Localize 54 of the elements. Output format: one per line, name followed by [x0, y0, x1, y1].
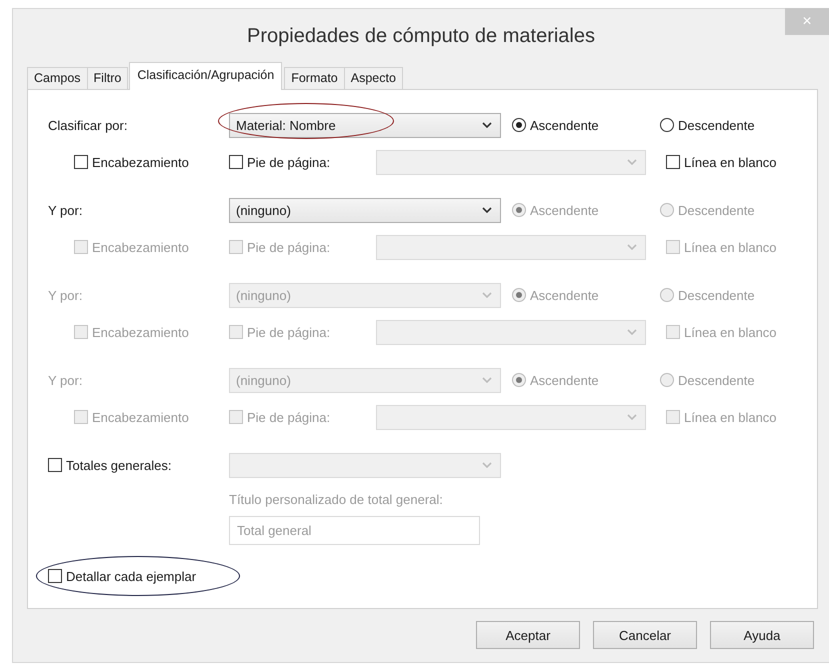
checkbox-label: Encabezamiento — [92, 324, 189, 340]
tab[interactable]: Formato — [284, 67, 345, 89]
dropdown[interactable]: Material: Nombre — [229, 112, 501, 138]
dialog-button[interactable]: Aceptar — [476, 621, 580, 649]
field-label: Y por: — [48, 288, 84, 302]
tab[interactable]: Filtro — [86, 67, 128, 89]
checkbox-label: Encabezamiento — [92, 410, 189, 424]
radio-label: Ascendente — [530, 202, 599, 218]
checkbox-label: Línea en blanco — [684, 410, 777, 424]
checkbox[interactable] — [666, 155, 680, 169]
chevron-icon — [482, 207, 492, 213]
radio-label: Descendente — [678, 202, 755, 218]
chevron-icon — [482, 462, 492, 468]
dropdown[interactable]: (ninguno) — [229, 198, 501, 222]
checkbox-label: Detallar cada ejemplar — [66, 568, 196, 584]
field-label: Título personalizado de total general: — [229, 491, 444, 509]
window-title: Propiedades de cómputo de materiales — [247, 24, 595, 48]
tab[interactable]: Clasificación/Agrupación — [129, 62, 282, 90]
checkbox[interactable] — [48, 458, 62, 472]
checkbox-label: Pie de página: — [247, 410, 330, 424]
chevron-icon — [627, 329, 637, 335]
radio-label: Descendente — [678, 372, 755, 388]
tab[interactable]: Aspecto — [344, 67, 403, 89]
radio-button[interactable] — [512, 118, 526, 132]
dialog-button[interactable]: Ayuda — [710, 621, 814, 649]
radio-label: Ascendente — [530, 288, 599, 302]
radio-label: Descendente — [678, 288, 755, 302]
chevron-icon — [627, 159, 637, 165]
checkbox-label: Totales generales: — [66, 458, 172, 472]
checkbox[interactable] — [74, 155, 88, 169]
checkbox-label: Línea en blanco — [684, 240, 777, 254]
checkbox-label: Línea en blanco — [684, 324, 777, 340]
dialog-button[interactable]: Cancelar — [593, 621, 697, 649]
chevron-icon — [482, 377, 492, 383]
chevron-icon — [482, 122, 492, 128]
radio-button[interactable] — [660, 118, 674, 132]
field-label: Clasificar por: — [48, 118, 128, 132]
tab[interactable]: Campos — [27, 67, 88, 89]
checkbox-label: Encabezamiento — [92, 240, 189, 254]
checkbox[interactable] — [229, 155, 243, 169]
chevron-icon — [482, 292, 492, 298]
checkbox-label: Pie de página: — [247, 154, 330, 170]
chevron-icon — [627, 414, 637, 420]
chevron-icon — [627, 244, 637, 250]
checkbox-label: Pie de página: — [247, 240, 330, 254]
checkbox-label: Línea en blanco — [684, 154, 777, 170]
field-label: Y por: — [48, 372, 84, 388]
radio-label: Ascendente — [530, 372, 599, 388]
checkbox-label: Encabezamiento — [92, 154, 189, 170]
radio-label: Descendente — [678, 118, 755, 132]
field-label: Y por: — [48, 202, 84, 218]
radio-label: Ascendente — [530, 118, 599, 132]
checkbox[interactable] — [48, 569, 62, 583]
checkbox-label: Pie de página: — [247, 324, 330, 340]
